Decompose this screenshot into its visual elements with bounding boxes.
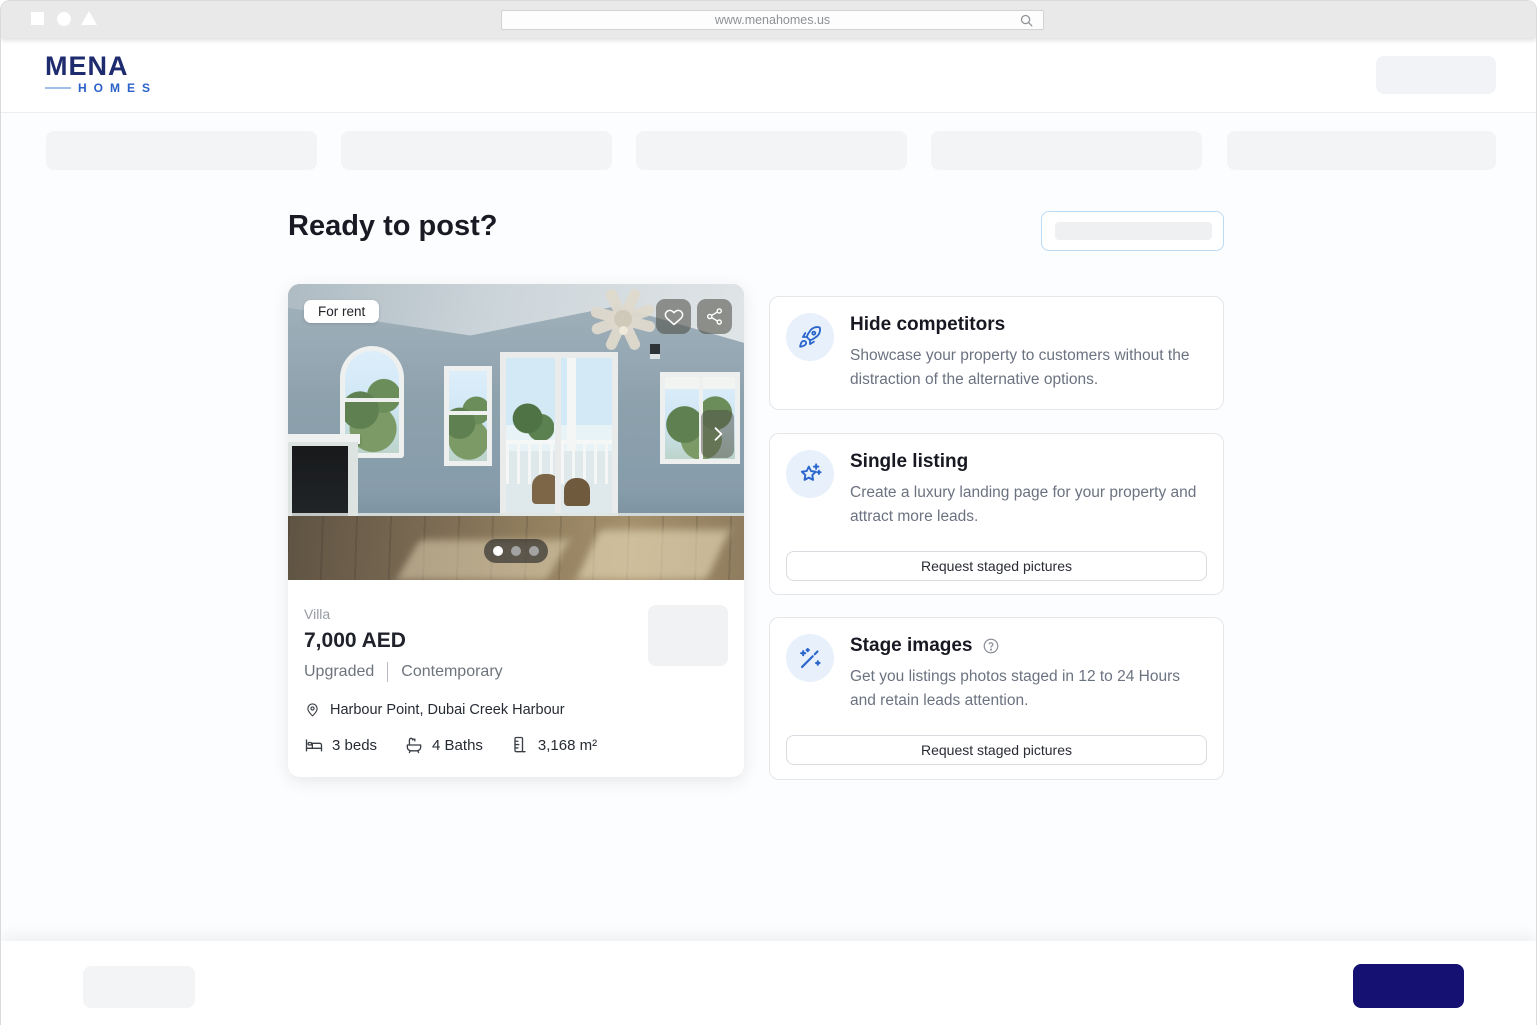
promo-description: Create a luxury landing page for your pr… xyxy=(850,481,1200,529)
amenities-row: 3 beds 4 Baths xyxy=(304,735,728,755)
logo-dash xyxy=(45,87,71,89)
tag-divider xyxy=(387,662,388,682)
footer-primary-button[interactable] xyxy=(1353,964,1464,1008)
mena-homes-logo[interactable]: MENA HOMES xyxy=(45,52,157,95)
request-staged-pictures-button[interactable]: Request staged pictures xyxy=(786,735,1207,765)
photo-window xyxy=(444,366,492,466)
rocket-icon xyxy=(786,313,834,361)
photo-wall-speaker xyxy=(650,344,660,359)
location-text: Harbour Point, Dubai Creek Harbour xyxy=(330,702,565,718)
photo-balcony-column xyxy=(567,358,576,451)
promo-card-hide-competitors: Hide competitors Showcase your property … xyxy=(769,296,1224,410)
request-staged-pictures-button[interactable]: Request staged pictures xyxy=(786,551,1207,581)
carousel-dot-3[interactable] xyxy=(529,546,539,556)
highlighted-placeholder-button[interactable] xyxy=(1041,211,1224,251)
promo-description: Showcase your property to customers with… xyxy=(850,344,1200,392)
promo-card-single-listing: Single listing Create a luxury landing p… xyxy=(769,433,1224,595)
nav-placeholder-2 xyxy=(341,131,612,170)
area-icon xyxy=(510,735,530,755)
carousel-dot-1[interactable] xyxy=(493,546,503,556)
baths-text: 4 Baths xyxy=(432,737,483,754)
nav-placeholder-1 xyxy=(46,131,317,170)
logo-primary-text: MENA xyxy=(45,52,157,80)
listing-details: Villa 7,000 AED Upgraded Contemporary Ha… xyxy=(288,580,744,777)
thumbnail-placeholder xyxy=(648,605,728,666)
photo-door-frame xyxy=(555,358,561,518)
search-icon[interactable] xyxy=(1019,13,1034,28)
footer-placeholder-button[interactable] xyxy=(83,966,195,1008)
promo-title-text: Hide competitors xyxy=(850,314,1005,336)
promo-card-stage-images: Stage images Get you listings photos sta… xyxy=(769,617,1224,780)
heart-icon xyxy=(664,307,684,327)
area-amenity: 3,168 m² xyxy=(510,735,597,755)
next-photo-button[interactable] xyxy=(701,410,734,458)
beds-amenity: 3 beds xyxy=(304,735,377,755)
baths-amenity: 4 Baths xyxy=(404,735,483,755)
window-control-square[interactable] xyxy=(31,12,44,25)
baths-icon xyxy=(404,735,424,755)
style-tag: Contemporary xyxy=(401,663,502,681)
browser-chrome: www.menahomes.us xyxy=(1,1,1536,38)
logo-secondary-text: HOMES xyxy=(78,81,157,95)
magic-wand-icon xyxy=(786,634,834,682)
site-header: MENA HOMES xyxy=(1,38,1536,113)
carousel-dot-2[interactable] xyxy=(511,546,521,556)
property-listing-card: For rent xyxy=(288,284,744,777)
promo-title-text: Single listing xyxy=(850,451,968,473)
address-bar[interactable]: www.menahomes.us xyxy=(501,10,1044,30)
share-icon xyxy=(705,307,724,326)
location-row: Harbour Point, Dubai Creek Harbour xyxy=(304,701,728,718)
promo-title-text: Stage images xyxy=(850,635,973,657)
property-photo[interactable]: For rent xyxy=(288,284,744,580)
condition-tag: Upgraded xyxy=(304,663,374,681)
area-text: 3,168 m² xyxy=(538,737,597,754)
footer-bar xyxy=(1,941,1536,1025)
promo-description: Get you listings photos staged in 12 to … xyxy=(850,665,1200,713)
window-control-triangle[interactable] xyxy=(81,11,97,25)
photo-fan-light xyxy=(619,326,628,335)
window-control-circle[interactable] xyxy=(57,12,71,26)
address-bar-url[interactable]: www.menahomes.us xyxy=(715,13,830,27)
carousel-dots xyxy=(484,539,548,563)
location-icon xyxy=(304,701,321,718)
browser-window: www.menahomes.us MENA HOMES Ready to pos… xyxy=(0,0,1537,1025)
beds-icon xyxy=(304,735,324,755)
placeholder-bar xyxy=(1055,222,1212,240)
help-icon[interactable] xyxy=(982,637,1000,655)
beds-text: 3 beds xyxy=(332,737,377,754)
favorite-button[interactable] xyxy=(656,299,691,334)
nav-placeholder-5 xyxy=(1227,131,1496,170)
header-placeholder xyxy=(1376,56,1496,94)
nav-placeholder-4 xyxy=(931,131,1202,170)
page-title: Ready to post? xyxy=(288,210,497,243)
photo-wicker-chair xyxy=(564,478,590,506)
photo-sliding-door xyxy=(500,352,618,524)
share-button[interactable] xyxy=(697,299,732,334)
for-rent-badge: For rent xyxy=(304,300,379,323)
nav-placeholder-3 xyxy=(636,131,907,170)
photo-sunlight-patch xyxy=(576,530,729,580)
chevron-right-icon xyxy=(708,424,728,444)
sparkle-star-icon xyxy=(786,450,834,498)
